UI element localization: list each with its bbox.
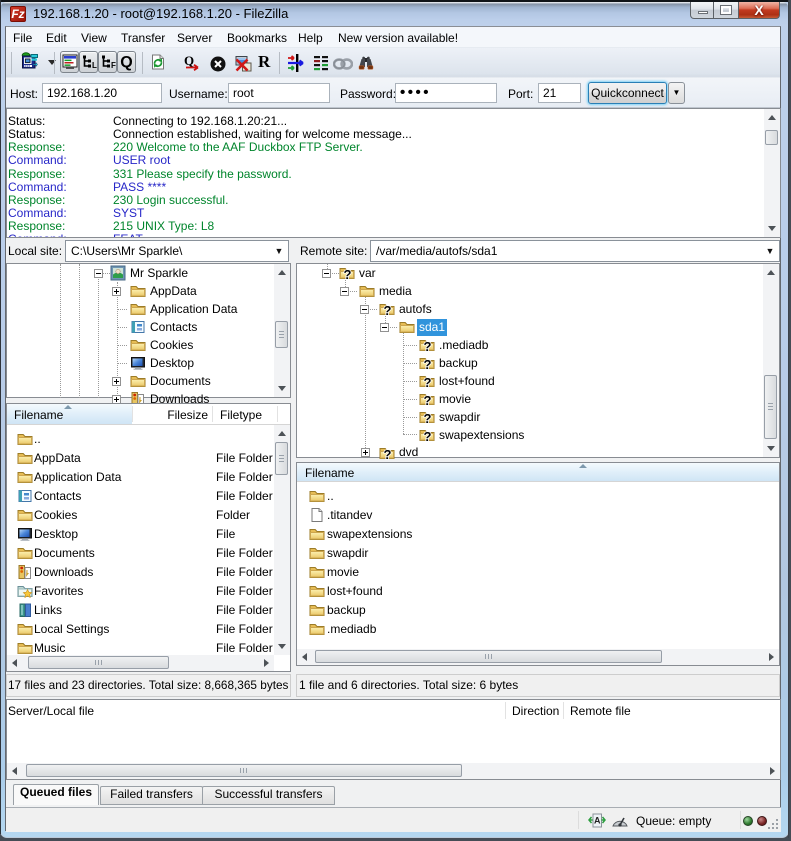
svg-text:A: A — [594, 816, 601, 826]
svg-text:L: L — [92, 61, 97, 70]
svg-text:F: F — [111, 61, 116, 70]
svg-text:Q: Q — [184, 54, 194, 68]
